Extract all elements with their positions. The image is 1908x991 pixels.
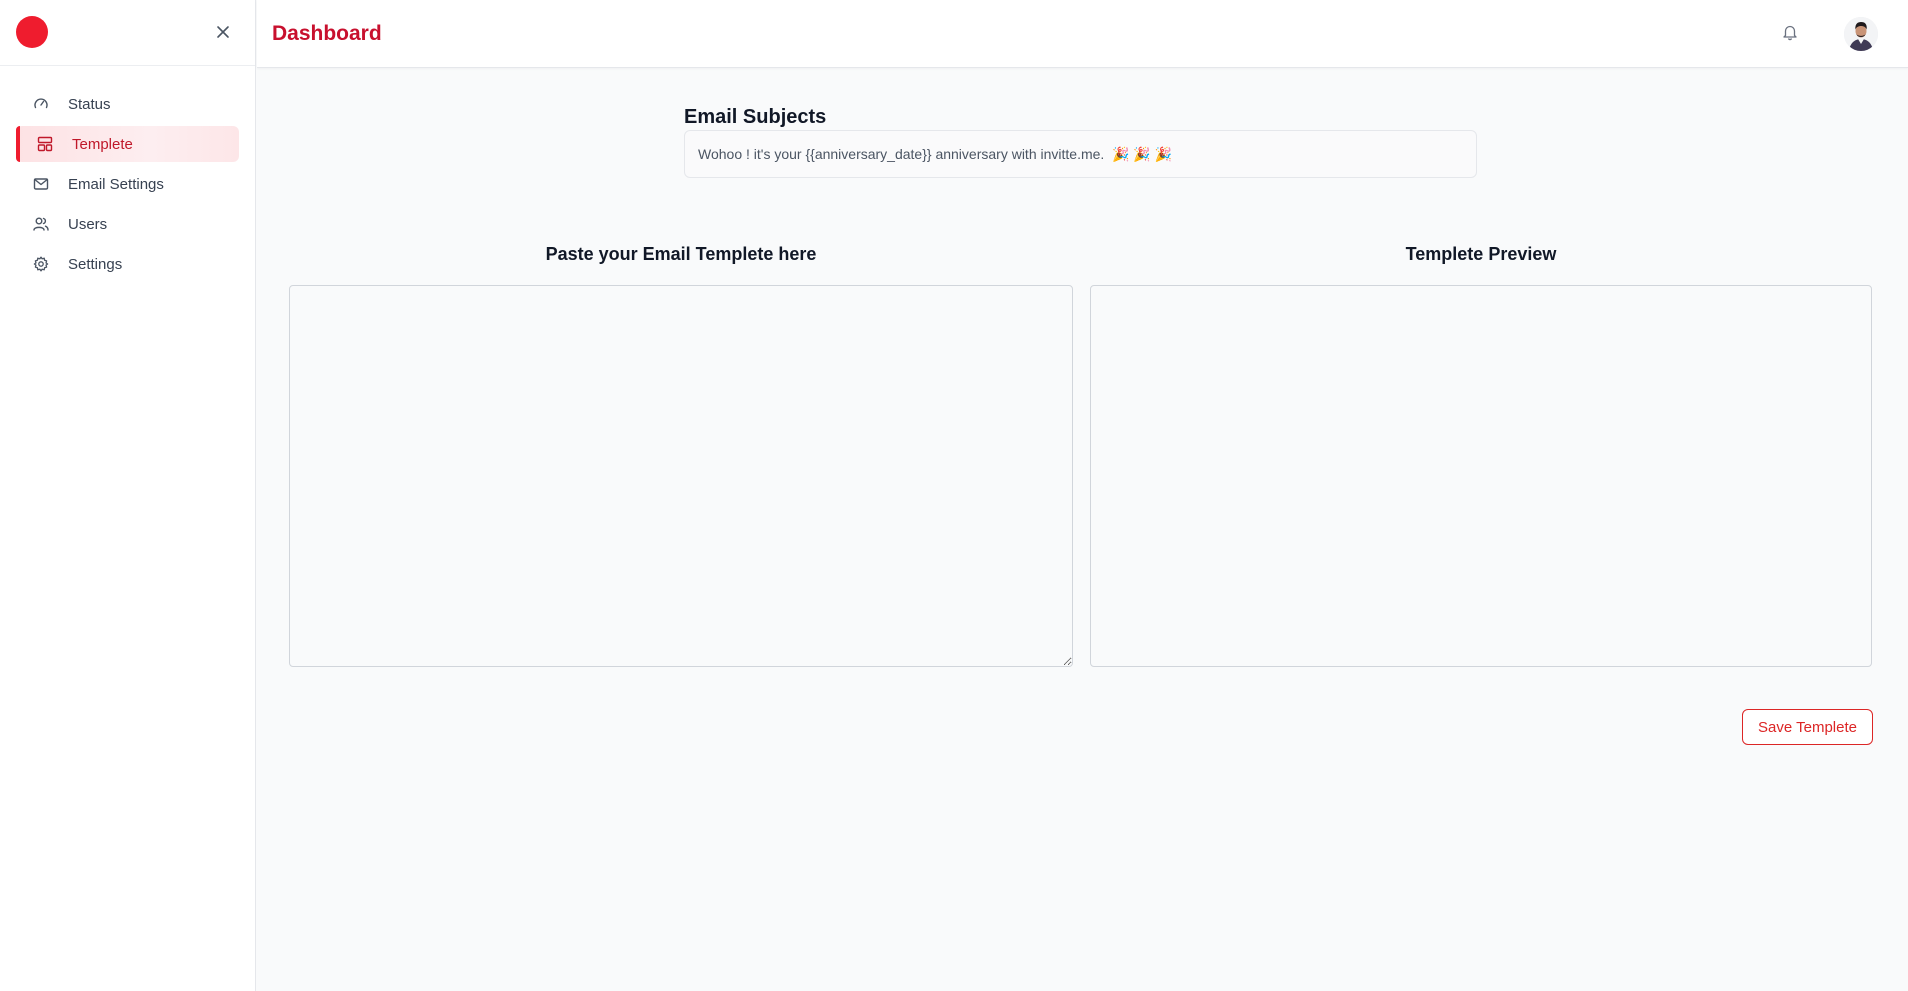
- save-template-button[interactable]: Save Templete: [1742, 709, 1873, 745]
- email-template-textarea[interactable]: [289, 285, 1073, 667]
- sidebar-item-settings[interactable]: Settings: [16, 246, 239, 282]
- sidebar-item-label: Email Settings: [68, 175, 164, 193]
- users-icon: [32, 215, 50, 233]
- template-editor-title: Paste your Email Templete here: [545, 244, 817, 264]
- notifications-button[interactable]: [1781, 23, 1801, 43]
- sidebar-item-label: Status: [68, 95, 111, 113]
- email-subject-input[interactable]: [684, 130, 1477, 178]
- avatar-image: [1844, 17, 1878, 51]
- close-icon: [217, 26, 229, 38]
- mail-icon: [32, 175, 50, 193]
- template-preview-pane: [1090, 285, 1872, 667]
- top-header: Dashboard: [257, 0, 1908, 68]
- bell-icon: [1783, 25, 1797, 41]
- sidebar-header: [0, 0, 255, 66]
- sidebar: Status Templete Email Settings Users Set…: [0, 0, 256, 991]
- email-subjects-label: Email Subjects: [684, 106, 827, 128]
- template-preview-title: Templete Preview: [1405, 244, 1557, 264]
- sidebar-item-label: Settings: [68, 255, 123, 273]
- close-sidebar-button[interactable]: [211, 20, 235, 44]
- layout-template-icon: [36, 135, 54, 153]
- sidebar-item-templete[interactable]: Templete: [16, 126, 239, 162]
- main-content: Email Subjects Paste your Email Templete…: [257, 68, 1908, 991]
- sidebar-item-label: Users: [68, 215, 108, 233]
- gauge-icon: [32, 95, 50, 113]
- sidebar-item-users[interactable]: Users: [16, 206, 239, 242]
- user-avatar[interactable]: [1844, 17, 1878, 51]
- gear-icon: [32, 255, 50, 273]
- sidebar-item-status[interactable]: Status: [16, 86, 239, 122]
- sidebar-nav: Status Templete Email Settings Users Set…: [0, 66, 255, 282]
- brand-logo[interactable]: [16, 16, 48, 48]
- page-title: Dashboard: [272, 22, 382, 45]
- sidebar-item-email-settings[interactable]: Email Settings: [16, 166, 239, 202]
- sidebar-item-label: Templete: [72, 135, 133, 153]
